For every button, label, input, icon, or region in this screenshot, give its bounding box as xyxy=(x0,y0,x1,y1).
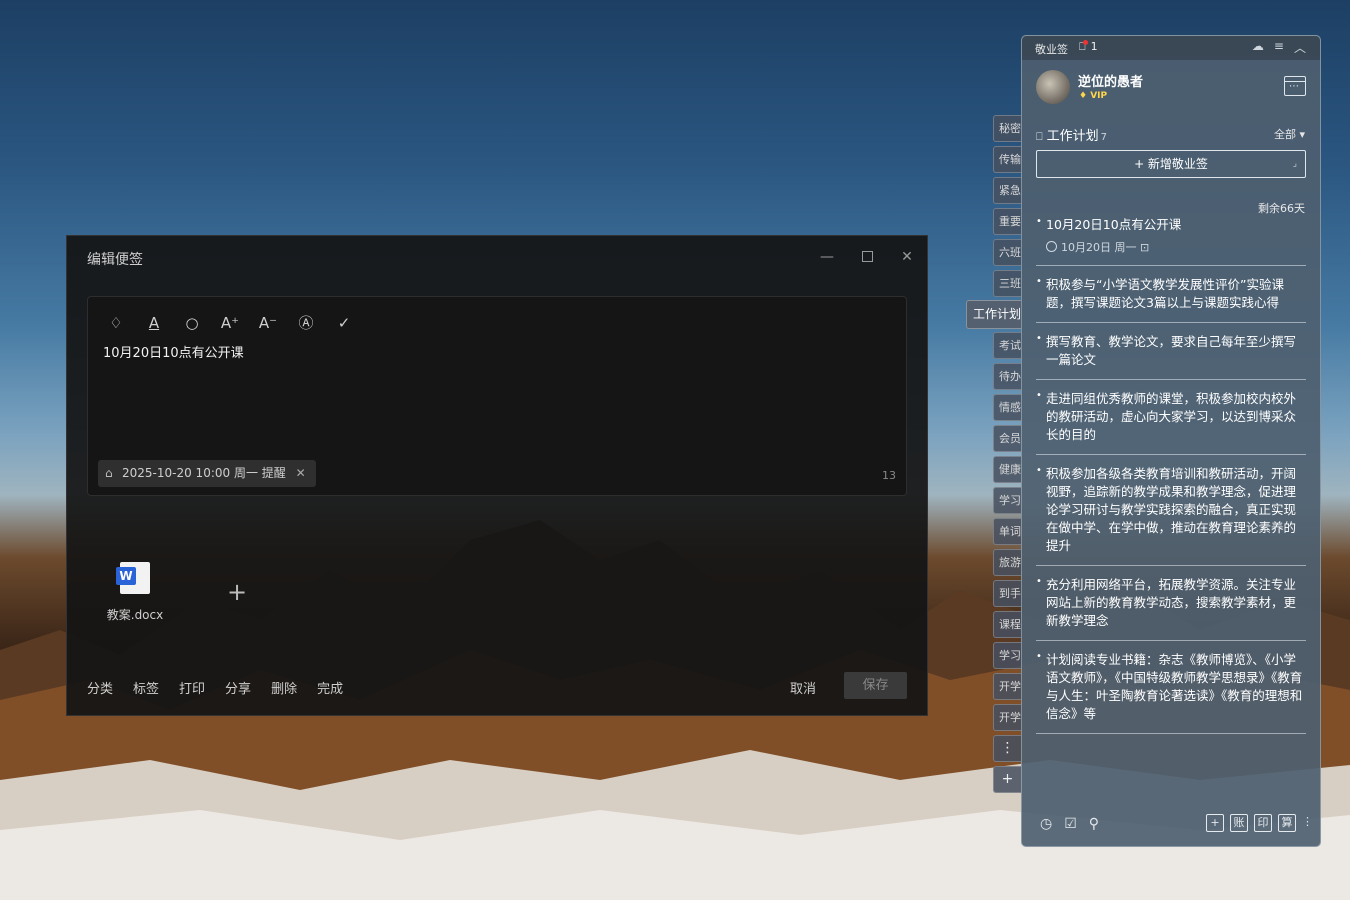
reminder-chip[interactable]: ⌂ 2025-10-20 10:00 周一 提醒 ✕ xyxy=(98,460,316,487)
folder-title: ⎕ 工作计划 7 xyxy=(1036,129,1107,144)
side-tab[interactable]: 传输 xyxy=(993,146,1021,173)
auto-format-icon[interactable]: Ⓐ xyxy=(294,311,318,335)
reminder-text: 2025-10-20 10:00 周一 提醒 xyxy=(122,466,286,480)
side-tab[interactable]: 情感 xyxy=(993,394,1021,421)
minimize-button[interactable]: — xyxy=(815,246,839,268)
list-item[interactable]: 充分利用网络平台，拓展教学资源。关注专业网站上新的教育教学动态，搜索教学素材，更… xyxy=(1036,576,1306,641)
share-button[interactable]: 分享 xyxy=(225,678,251,697)
save-button[interactable]: 保存 xyxy=(844,672,907,699)
list-item[interactable]: 撰写教育、教学论文，要求自己每年至少撰写一篇论文 xyxy=(1036,333,1306,380)
word-doc-icon: W xyxy=(116,562,150,594)
window-title: 编辑便签 xyxy=(87,252,143,268)
text-color-icon[interactable]: A xyxy=(142,311,166,335)
titlebar-icons: ☁ ≡ ︿ xyxy=(1252,39,1306,56)
clock-icon xyxy=(1046,241,1057,252)
menu-icon[interactable]: ≡ xyxy=(1274,39,1284,56)
category-button[interactable]: 分类 xyxy=(87,678,113,697)
font-decrease-icon[interactable]: A⁻ xyxy=(256,311,280,335)
list-item[interactable]: 10月20日10点有公开课 10月20日 周一 ⊡ xyxy=(1036,216,1306,266)
attachment-file[interactable]: W 教案.docx xyxy=(105,562,165,623)
list-item[interactable]: 计划阅读专业书籍：杂志《教师博览》、《小学语文教师》，《中国特级教师教学思想录》… xyxy=(1036,651,1306,734)
footer-actions: 分类 标签 打印 分享 删除 完成 xyxy=(87,678,343,697)
remaining-days: 剩余66天 xyxy=(1258,202,1305,215)
add-tab-button[interactable]: + xyxy=(993,766,1021,793)
note-edit-area[interactable]: ♢ A ○ A⁺ A⁻ Ⓐ ✓ 10月20日10点有公开课 ⌂ 2025-10-… xyxy=(87,296,907,496)
side-tab[interactable]: 考试 xyxy=(993,332,1021,359)
avatar[interactable] xyxy=(1036,70,1070,104)
calculator-icon[interactable]: 算 xyxy=(1278,814,1296,832)
filter-dropdown[interactable]: 全部 ▾ xyxy=(1274,126,1305,142)
lock-icon: ⊡ xyxy=(1140,241,1150,254)
list-item[interactable]: 积极参与“小学语文教学发展性评价”实验课题，撰写课题论文3篇以上与课题实践心得 xyxy=(1036,276,1306,323)
side-tab[interactable]: 学习 xyxy=(993,487,1021,514)
app-name: 敬业签 xyxy=(1035,43,1068,56)
notes-list: 10月20日10点有公开课 10月20日 周一 ⊡ 积极参与“小学语文教学发展性… xyxy=(1036,216,1306,744)
panel-footer: ◷ ☑ ⚲ + 账 印 算 ⋮ xyxy=(1036,814,1313,836)
notification-badge[interactable]: ⎕ 1 xyxy=(1079,40,1098,54)
side-tab[interactable]: 到手 xyxy=(993,580,1021,607)
side-tab[interactable]: 单词 xyxy=(993,518,1021,545)
cloud-sync-icon[interactable]: ☁ xyxy=(1252,39,1264,56)
add-icon[interactable]: + xyxy=(1206,814,1224,832)
maximize-icon xyxy=(861,251,873,262)
more-tabs-button[interactable]: ⋮ xyxy=(993,735,1021,762)
maximize-button[interactable] xyxy=(855,246,879,268)
side-tab[interactable]: 旅游 xyxy=(993,549,1021,576)
calendar-icon[interactable] xyxy=(1284,76,1306,96)
checklist-icon[interactable]: ☑ xyxy=(1064,816,1077,832)
side-tab[interactable]: 会员 xyxy=(993,425,1021,452)
search-icon[interactable]: ⚲ xyxy=(1089,816,1099,832)
bell-icon: ⌂ xyxy=(105,466,113,480)
side-tab[interactable]: 课程 xyxy=(993,611,1021,638)
font-increase-icon[interactable]: A⁺ xyxy=(218,311,242,335)
check-icon[interactable]: ✓ xyxy=(332,311,356,335)
side-tab[interactable]: 三班 xyxy=(993,270,1021,297)
list-item[interactable]: 积极参加各级各类教育培训和教研活动，开阔视野，追踪新的教学成果和教学理念，促进理… xyxy=(1036,465,1306,566)
panel-titlebar: 敬业签 ⎕ 1 ☁ ≡ ︿ xyxy=(1022,36,1320,60)
sticky-notes-panel: 敬业签 ⎕1 ☁ ≡ ︿ 逆位的愚者 ♦ VIP ⎕工作计划7 全部 ▾ + 新… xyxy=(1021,35,1321,847)
char-count: 13 xyxy=(882,469,896,482)
side-tab[interactable]: 六班 xyxy=(993,239,1021,266)
side-tab[interactable]: 开学 xyxy=(993,704,1021,731)
clock-icon[interactable]: ◷ xyxy=(1040,816,1052,832)
side-tab[interactable]: 秘密 xyxy=(993,115,1021,142)
print-button[interactable]: 打印 xyxy=(179,678,205,697)
username: 逆位的愚者 xyxy=(1078,75,1144,90)
list-item[interactable]: 走进同组优秀教师的课堂，积极参加校内校外的教研活动，虚心向大家学习，以达到博采众… xyxy=(1036,390,1306,455)
new-note-button[interactable]: + 新增敬业签 ⌟ xyxy=(1036,150,1306,178)
attachment-name: 教案.docx xyxy=(106,608,164,622)
close-button[interactable]: ✕ xyxy=(895,246,919,268)
account-icon[interactable]: 账 xyxy=(1230,814,1248,832)
folder-icon: ⎕ xyxy=(1036,130,1043,143)
note-content[interactable]: 10月20日10点有公开课 xyxy=(103,342,244,361)
side-tab[interactable]: 待办 xyxy=(993,363,1021,390)
add-attachment-button[interactable]: + xyxy=(227,578,247,606)
side-tab-active[interactable]: 工作计划 xyxy=(966,300,1022,329)
tag-button[interactable]: 标签 xyxy=(133,678,159,697)
search-icon[interactable]: ○ xyxy=(180,311,204,335)
format-toolbar: ♢ A ○ A⁺ A⁻ Ⓐ ✓ xyxy=(104,311,356,335)
bell-icon[interactable]: ♢ xyxy=(104,311,128,335)
side-tab[interactable]: 紧急 xyxy=(993,177,1021,204)
edit-note-window: 编辑便签 — ✕ ♢ A ○ A⁺ A⁻ Ⓐ ✓ 10月20日10点有公开课 ⌂… xyxy=(66,235,928,716)
cancel-button[interactable]: 取消 xyxy=(790,678,816,697)
side-tab[interactable]: 开学 xyxy=(993,673,1021,700)
expand-icon: ⌟ xyxy=(1292,159,1297,169)
remove-reminder-icon[interactable]: ✕ xyxy=(296,466,306,480)
side-tab[interactable]: 健康 xyxy=(993,456,1021,483)
side-tab[interactable]: 重要 xyxy=(993,208,1021,235)
collapse-icon[interactable]: ︿ xyxy=(1294,39,1306,56)
delete-button[interactable]: 删除 xyxy=(271,678,297,697)
print-icon[interactable]: 印 xyxy=(1254,814,1272,832)
vip-badge: ♦ VIP xyxy=(1079,91,1108,101)
complete-button[interactable]: 完成 xyxy=(317,678,343,697)
side-tab[interactable]: 学习 xyxy=(993,642,1021,669)
more-icon[interactable]: ⋮ xyxy=(1302,814,1313,832)
